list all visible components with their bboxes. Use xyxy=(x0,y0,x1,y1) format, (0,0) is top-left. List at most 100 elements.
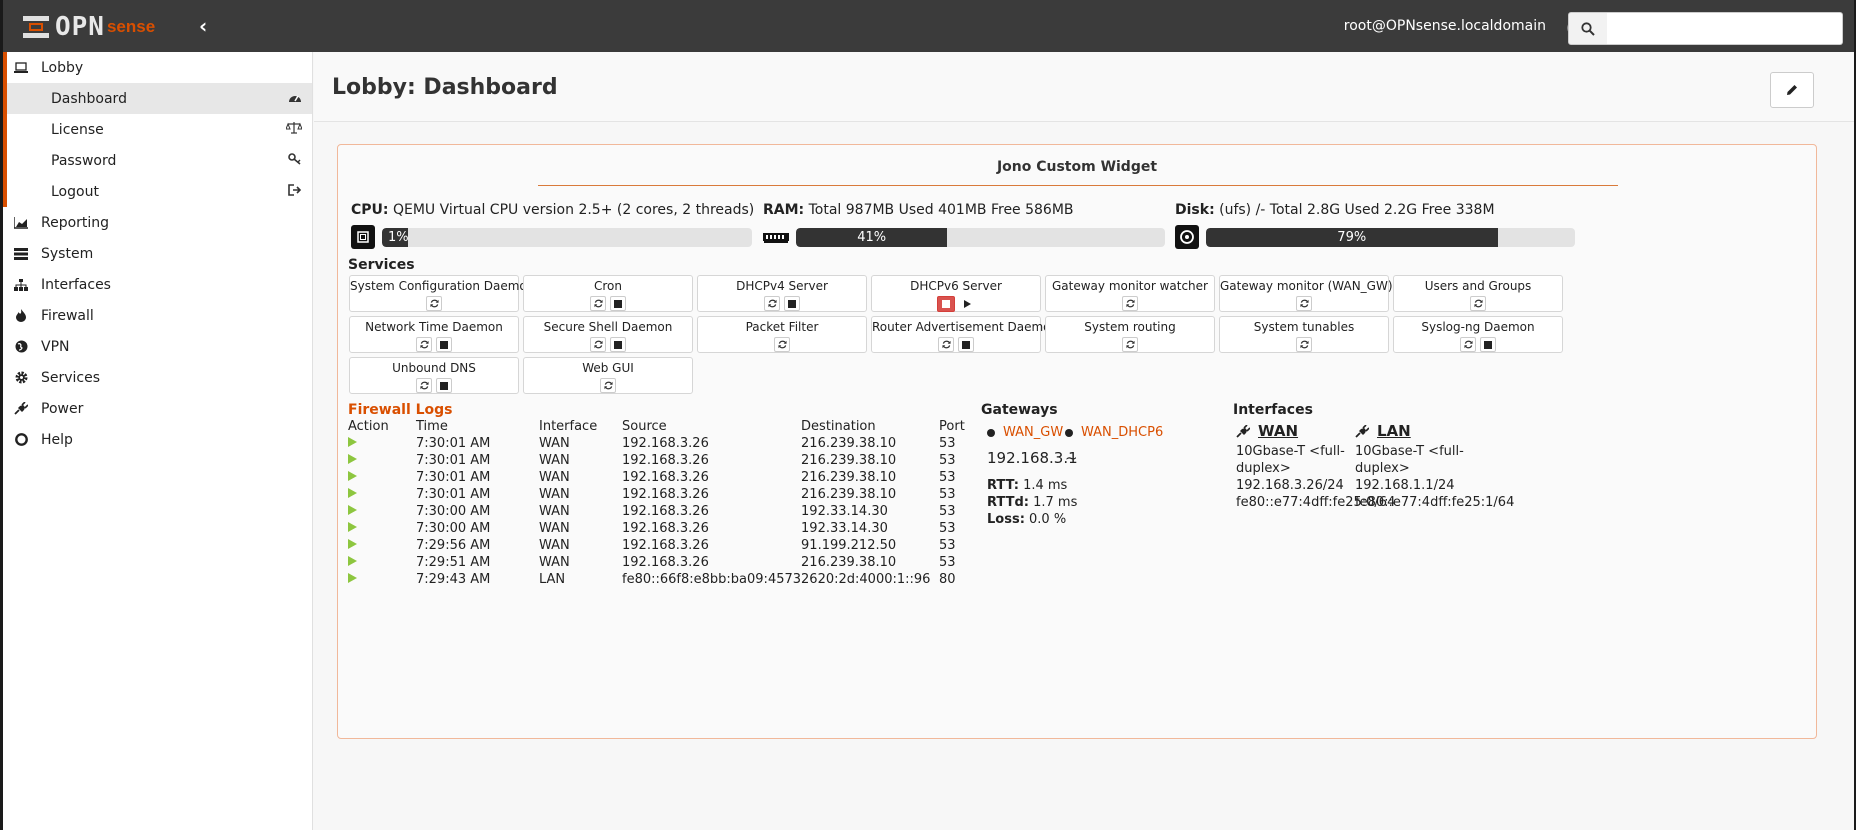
restart-service-button[interactable] xyxy=(600,378,616,393)
time-cell: 7:29:56 AM xyxy=(416,538,491,553)
disk-block: Disk: (ufs) /- Total 2.8G Used 2.2G Free… xyxy=(1175,202,1575,249)
sidebar-item-services[interactable]: Services xyxy=(3,362,312,393)
opnsense-logo-mark-icon xyxy=(23,14,49,40)
restart-service-button[interactable] xyxy=(416,378,432,393)
column-header: Source xyxy=(622,419,667,434)
ram-usage-text: 41% xyxy=(857,229,887,245)
service-name: Packet Filter xyxy=(745,320,819,334)
plug-icon xyxy=(1355,425,1369,438)
table-row: 7:30:01 AM WAN 192.168.3.26 216.239.38.10 53 xyxy=(348,435,979,452)
sidebar-item-label: Logout xyxy=(51,183,99,200)
sidebar-item-reporting[interactable]: Reporting xyxy=(3,207,312,238)
refresh-icon xyxy=(1125,340,1135,349)
pass-icon xyxy=(348,488,357,498)
collapse-sidebar-icon[interactable]: ‹ xyxy=(199,16,207,36)
restart-service-button[interactable] xyxy=(426,296,442,311)
search-input[interactable] xyxy=(1607,12,1843,45)
gateway-name[interactable]: WAN_DHCP6 xyxy=(1081,425,1163,440)
interface-media: 10Gbase-T <full-duplex> xyxy=(1236,444,1345,476)
service-card: Gateway monitor (WAN_GW) xyxy=(1219,275,1393,312)
sidebar-item-interfaces[interactable]: Interfaces xyxy=(3,269,312,300)
restart-service-button[interactable] xyxy=(590,296,606,311)
stop-service-button[interactable] xyxy=(436,378,452,393)
restart-service-button[interactable] xyxy=(590,337,606,352)
stop-service-button[interactable] xyxy=(610,296,626,311)
sidebar-item-firewall[interactable]: Firewall xyxy=(3,300,312,331)
restart-service-button[interactable] xyxy=(1122,296,1138,311)
service-card: Network Time Daemon xyxy=(349,316,519,353)
stop-icon xyxy=(614,340,622,349)
restart-service-button[interactable] xyxy=(764,296,780,311)
search-button[interactable] xyxy=(1568,12,1608,45)
sidebar-item-password[interactable]: Password xyxy=(3,145,312,176)
cpu-usage-text: 1% xyxy=(388,229,409,245)
restart-service-button[interactable] xyxy=(938,337,954,352)
stop-service-button[interactable] xyxy=(436,337,452,352)
restart-service-button[interactable] xyxy=(774,337,790,352)
gateway-loss: Loss: 0.0 % xyxy=(987,512,1067,527)
fire-icon xyxy=(13,309,29,322)
pass-icon xyxy=(348,454,357,464)
interface-ipv6: fe80::e77:4dff:fe25:0/64 xyxy=(1236,495,1396,510)
action-cell xyxy=(348,503,416,520)
dashboard-icon xyxy=(288,91,302,107)
sidebar-item-lobby[interactable]: Lobby xyxy=(3,52,312,83)
interface-name[interactable]: WAN xyxy=(1258,423,1298,440)
time-cell: 7:29:43 AM xyxy=(416,572,491,587)
sidebar-item-label: Firewall xyxy=(41,307,94,324)
interfaces-heading: Interfaces xyxy=(1233,402,1313,418)
service-card: Web GUI xyxy=(523,357,693,394)
server-icon xyxy=(13,247,29,260)
refresh-icon xyxy=(593,299,603,308)
user-menu[interactable]: root@OPNsense.localdomain xyxy=(1344,18,1546,34)
stop-service-button[interactable] xyxy=(610,337,626,352)
pass-icon xyxy=(348,437,357,447)
stop-service-button[interactable] xyxy=(784,296,800,311)
refresh-icon xyxy=(1463,340,1473,349)
service-card: Syslog-ng Daemon xyxy=(1393,316,1563,353)
interface-cell: LAN xyxy=(539,572,566,587)
interface-name[interactable]: LAN xyxy=(1377,423,1411,440)
time-cell: 7:30:01 AM xyxy=(416,453,491,468)
stop-service-button[interactable] xyxy=(958,337,974,352)
sidebar-item-power[interactable]: Power xyxy=(3,393,312,424)
stop-icon xyxy=(942,300,950,308)
main-content: Lobby: Dashboard Jono Custom Widget CPU:… xyxy=(314,52,1854,830)
restart-service-button[interactable] xyxy=(1296,296,1312,311)
column-header: Time xyxy=(416,419,448,434)
pass-icon xyxy=(348,522,357,532)
sidebar-item-help[interactable]: Help xyxy=(3,424,312,455)
gateway-name[interactable]: WAN_GW xyxy=(1003,425,1063,440)
stop-service-button[interactable] xyxy=(1480,337,1496,352)
service-card: Gateway monitor watcher xyxy=(1045,275,1215,312)
action-cell xyxy=(348,486,416,503)
sidebar-item-logout[interactable]: Logout xyxy=(3,176,312,207)
sidebar-item-vpn[interactable]: VPN xyxy=(3,331,312,362)
time-cell: 7:30:00 AM xyxy=(416,521,491,536)
gateway-status-dot-icon xyxy=(1065,428,1073,437)
port-cell: 80 xyxy=(939,572,956,587)
restart-service-button[interactable] xyxy=(1470,296,1486,311)
restart-service-button[interactable] xyxy=(416,337,432,352)
time-cell: 7:30:00 AM xyxy=(416,504,491,519)
edit-dashboard-button[interactable] xyxy=(1770,72,1814,108)
chart-icon xyxy=(13,216,29,229)
restart-service-button[interactable] xyxy=(1122,337,1138,352)
opnsense-logo[interactable]: OPN sense xyxy=(23,13,155,41)
sidebar-item-dashboard[interactable]: Dashboard xyxy=(3,83,312,114)
sidebar-item-label: Password xyxy=(51,152,117,169)
action-cell xyxy=(348,435,416,452)
port-cell: 53 xyxy=(939,521,956,536)
restart-service-button[interactable] xyxy=(1296,337,1312,352)
stop-icon xyxy=(440,340,448,349)
refresh-icon xyxy=(767,299,777,308)
restart-service-button[interactable] xyxy=(1460,337,1476,352)
start-service-button[interactable] xyxy=(959,296,975,311)
service-card: DHCPv4 Server xyxy=(697,275,867,312)
port-cell: 53 xyxy=(939,555,956,570)
sidebar: Lobby Dashboard License Password Logout … xyxy=(3,52,313,830)
sidebar-item-system[interactable]: System xyxy=(3,238,312,269)
service-card: Users and Groups xyxy=(1393,275,1563,312)
sidebar-item-license[interactable]: License xyxy=(3,114,312,145)
refresh-icon xyxy=(593,340,603,349)
